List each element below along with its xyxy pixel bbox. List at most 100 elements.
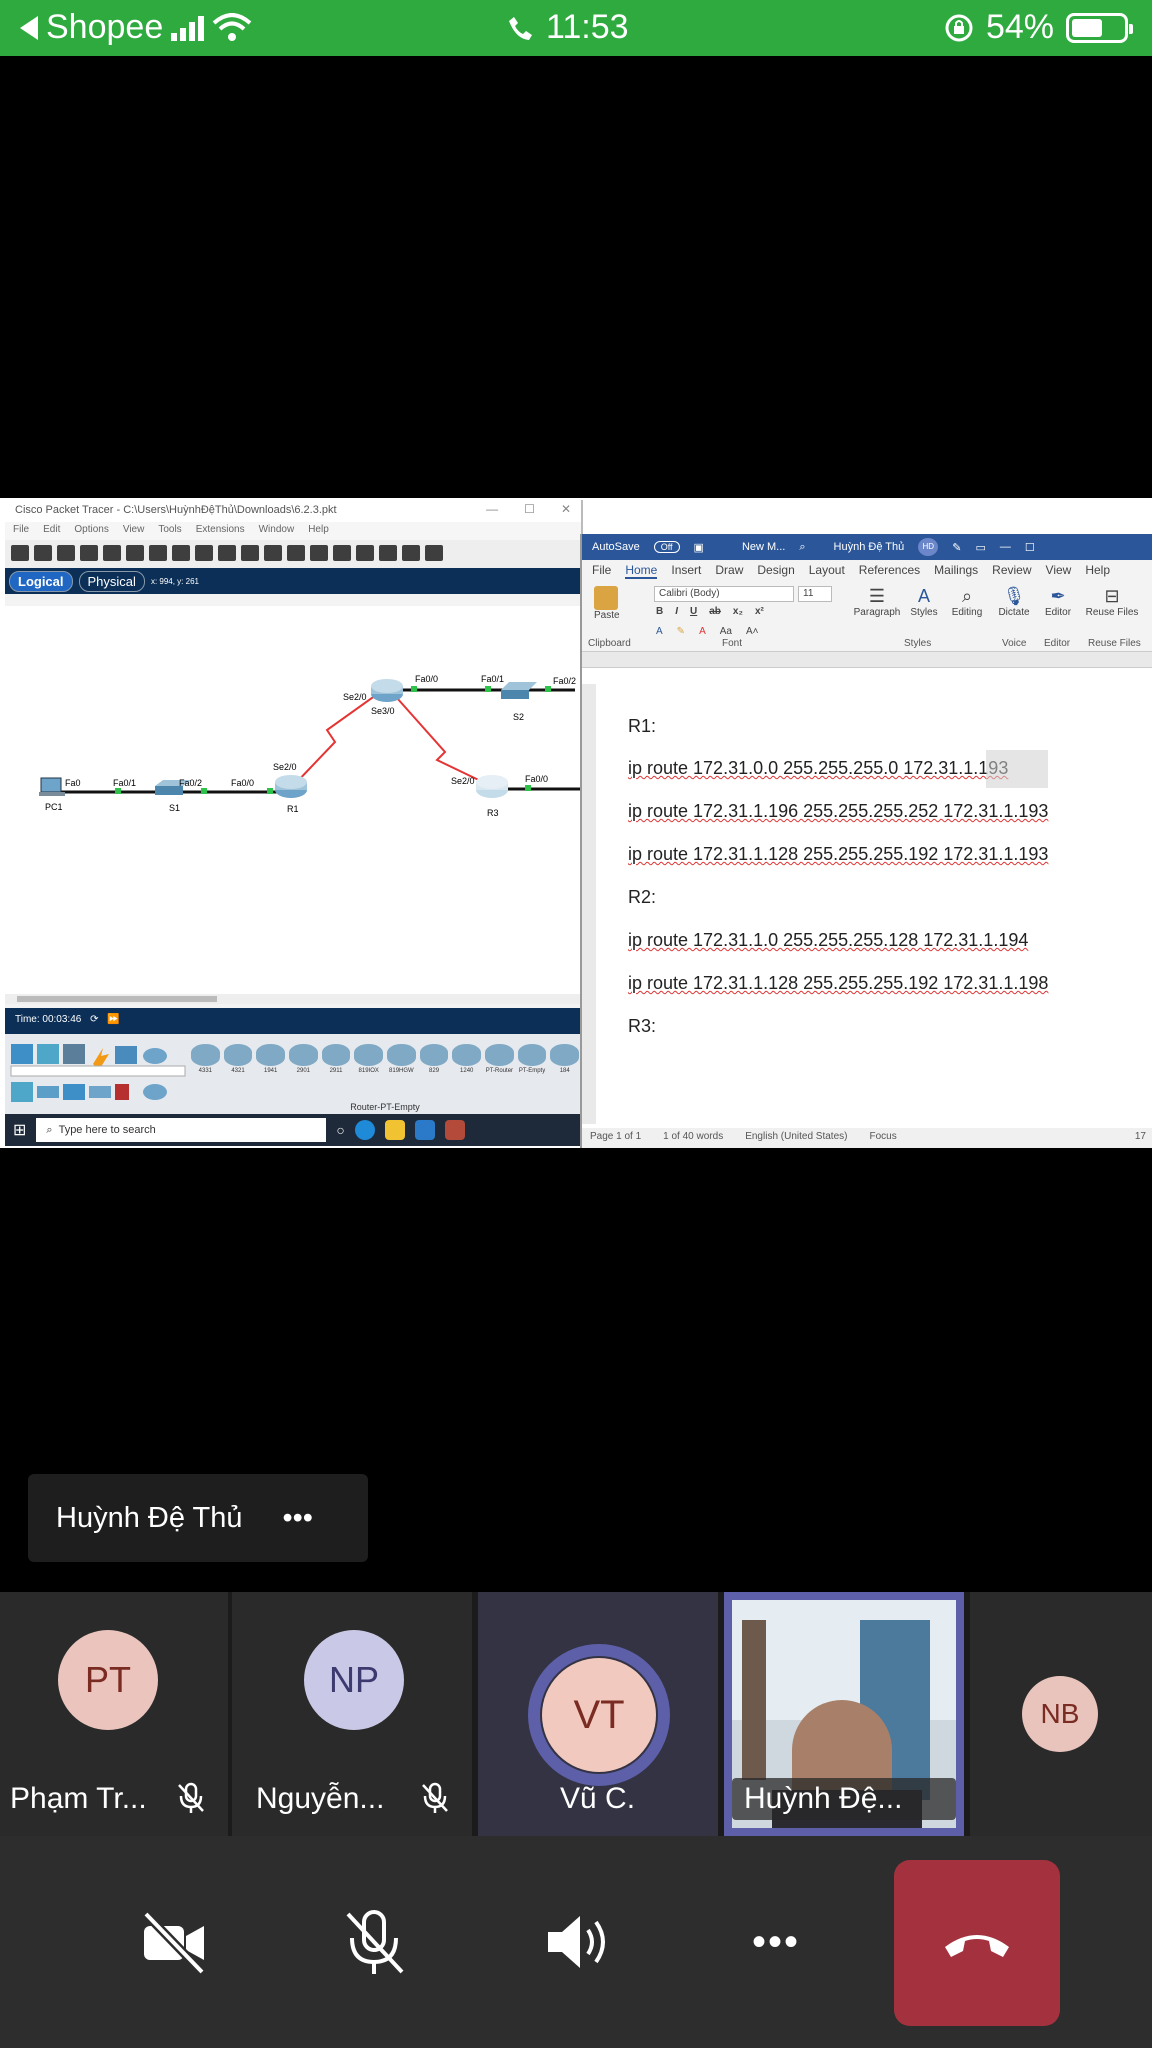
device-model[interactable] [256, 1044, 286, 1066]
edge-icon[interactable] [354, 1120, 375, 1140]
device-model[interactable] [517, 1044, 547, 1066]
topology-canvas[interactable]: PC1 S1 R1 S2 R3 Fa0 Fa0/1 Fa0/2 Fa0/0 Se… [5, 606, 583, 1004]
menu-tools[interactable]: Tools [158, 524, 181, 538]
more-options-icon[interactable]: ••• [282, 1502, 312, 1535]
tab-file[interactable]: File [592, 563, 611, 579]
language[interactable]: English (United States) [745, 1131, 847, 1145]
tab-logical[interactable]: Logical [9, 570, 73, 592]
presenter-name-tag[interactable]: Huỳnh Đệ Thủ ••• [28, 1474, 368, 1562]
mail-icon[interactable] [414, 1120, 435, 1140]
close-icon[interactable]: ✕ [561, 502, 571, 516]
bold-icon[interactable]: B [656, 606, 663, 617]
ribbon-display-icon[interactable]: ▭ [975, 541, 985, 554]
reuse-files-button[interactable]: ⊟ Reuse Files [1084, 586, 1140, 618]
change-case-icon[interactable]: Aa [720, 626, 732, 637]
paste-icon[interactable] [195, 545, 213, 561]
subscript-icon[interactable]: x₂ [733, 606, 743, 617]
text-effects-icon[interactable]: A [656, 626, 663, 637]
file-explorer-icon[interactable] [384, 1120, 405, 1140]
tab-review[interactable]: Review [992, 563, 1031, 579]
save-icon[interactable] [57, 545, 75, 561]
tab-design[interactable]: Design [757, 563, 794, 579]
tab-physical[interactable]: Physical [78, 570, 145, 592]
menu-options[interactable]: Options [74, 524, 108, 538]
font-name-select[interactable]: Calibri (Body) [654, 586, 794, 602]
menu-edit[interactable]: Edit [43, 524, 60, 538]
highlight-icon[interactable]: ✎ [677, 626, 685, 637]
search-icon[interactable]: ⌕ [799, 541, 805, 554]
device-model[interactable] [321, 1044, 351, 1066]
tab-view[interactable]: View [1046, 563, 1072, 579]
back-to-app-button[interactable]: Shopee [20, 8, 252, 47]
canvas-scrollbar[interactable] [5, 994, 581, 1004]
device-model[interactable] [354, 1044, 384, 1066]
tab-help[interactable]: Help [1085, 563, 1110, 579]
font-color-icon[interactable]: A [699, 626, 706, 637]
print-icon[interactable] [80, 545, 98, 561]
copy-icon[interactable] [172, 545, 190, 561]
participant-tile[interactable]: PT Phạm Tr... [0, 1592, 228, 1836]
wizard-icon[interactable] [149, 545, 167, 561]
save-icon[interactable]: ▣ [694, 541, 704, 554]
doc-name[interactable]: New M... [742, 541, 785, 553]
task-view-icon[interactable]: ○ [336, 1122, 344, 1138]
taskbar-search[interactable]: ⌕ Type here to search [36, 1118, 327, 1142]
hang-up-button[interactable] [894, 1860, 1060, 2026]
word-count[interactable]: 1 of 40 words [663, 1131, 723, 1145]
menu-file[interactable]: File [13, 524, 29, 538]
undo-icon[interactable] [218, 545, 236, 561]
r3-node[interactable]: R3 [476, 775, 508, 818]
menu-extensions[interactable]: Extensions [196, 524, 245, 538]
editor-button[interactable]: ✒ Editor [1038, 586, 1078, 618]
ruler[interactable] [582, 652, 1152, 668]
participant-tile-speaking[interactable]: VT Vũ C. [478, 1592, 718, 1836]
page-count[interactable]: Page 1 of 1 [590, 1131, 641, 1145]
tab-draw[interactable]: Draw [715, 563, 743, 579]
italic-icon[interactable]: I [675, 606, 678, 617]
viewport-icon[interactable] [379, 545, 397, 561]
pen-icon[interactable]: ✎ [952, 541, 961, 554]
document-page[interactable]: R1: ip route 172.31.0.0 255.255.255.0 17… [582, 684, 1152, 1124]
tab-mailings[interactable]: Mailings [934, 563, 978, 579]
paragraph-button[interactable]: ☰ Paragraph [852, 586, 902, 618]
ipc-icon[interactable] [425, 545, 443, 561]
autosave-toggle[interactable]: Off [653, 541, 680, 553]
s2-node[interactable]: S2 [501, 682, 537, 722]
zoom-level[interactable]: 17 [1135, 1131, 1146, 1145]
zoom-reset-icon[interactable] [287, 545, 305, 561]
r2-node[interactable] [371, 679, 403, 702]
user-avatar[interactable]: HD [918, 538, 939, 556]
custom-device-icon[interactable] [356, 545, 374, 561]
info-icon[interactable] [103, 545, 121, 561]
dictate-button[interactable]: 🎙 Dictate [994, 586, 1034, 618]
more-button[interactable]: ••• [716, 1836, 836, 2048]
menu-help[interactable]: Help [308, 524, 329, 538]
underline-icon[interactable]: U [690, 606, 697, 617]
zoom-in-icon[interactable] [264, 545, 282, 561]
r1-node[interactable]: R1 [275, 775, 307, 814]
device-model[interactable] [485, 1044, 514, 1066]
maximize-icon[interactable]: ☐ [524, 502, 535, 516]
tab-home[interactable]: Home [625, 563, 658, 579]
menu-view[interactable]: View [123, 524, 145, 538]
device-categories[interactable] [9, 1040, 187, 1110]
mic-toggle-button[interactable] [314, 1836, 434, 2048]
zoom-out-icon[interactable] [310, 545, 328, 561]
network-info-icon[interactable] [126, 545, 144, 561]
minimize-icon[interactable]: — [1000, 541, 1011, 553]
power-cycle-icon[interactable]: ⟳ [90, 1014, 98, 1025]
font-size-select[interactable]: 11 [798, 586, 832, 602]
store-icon[interactable] [444, 1120, 465, 1140]
editing-button[interactable]: ⌕ Editing [944, 586, 990, 618]
drawing-palette-icon[interactable] [333, 545, 351, 561]
windows-start-icon[interactable]: ⊞ [13, 1120, 26, 1140]
grow-font-icon[interactable]: A˄ [746, 626, 759, 637]
strikethrough-icon[interactable]: ab [709, 606, 721, 617]
open-file-icon[interactable] [34, 545, 52, 561]
tab-references[interactable]: References [859, 563, 920, 579]
participant-tile-video[interactable]: Huỳnh Đệ... [724, 1592, 964, 1836]
pc1-node[interactable]: PC1 [39, 777, 65, 812]
participant-tile[interactable]: NB [970, 1592, 1152, 1836]
device-model[interactable] [452, 1044, 482, 1066]
device-model[interactable] [550, 1044, 580, 1066]
